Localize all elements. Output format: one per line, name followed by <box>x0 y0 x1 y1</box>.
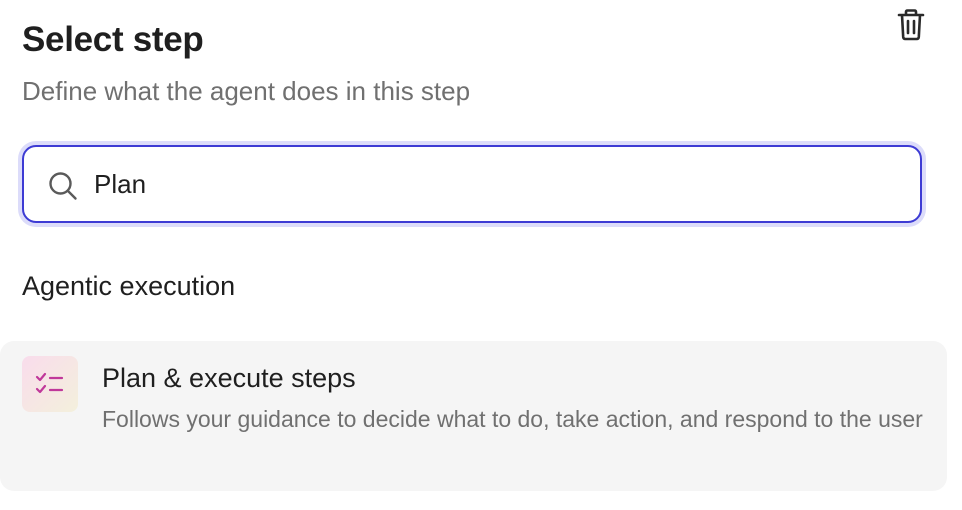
search-input[interactable] <box>94 161 894 207</box>
page-title: Select step <box>22 20 204 59</box>
option-icon-badge <box>22 356 78 412</box>
trash-icon <box>897 9 925 41</box>
select-step-panel: Select step Define what the agent does i… <box>0 0 962 510</box>
option-title: Plan & execute steps <box>102 363 356 393</box>
checklist-icon <box>35 372 64 394</box>
search-field[interactable] <box>22 145 922 223</box>
section-heading-agentic-execution: Agentic execution <box>22 271 236 301</box>
delete-step-button[interactable] <box>895 8 927 42</box>
option-description: Follows your guidance to decide what to … <box>102 406 923 432</box>
page-subtitle: Define what the agent does in this step <box>22 76 471 106</box>
search-icon <box>49 172 77 200</box>
option-plan-execute-steps[interactable]: Plan & execute steps Follows your guidan… <box>0 341 947 491</box>
